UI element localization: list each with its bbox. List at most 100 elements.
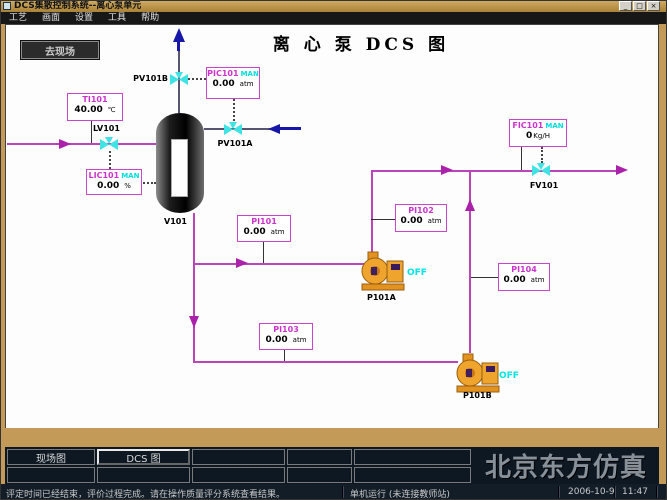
- valve-fv101-label: FV101: [529, 181, 559, 190]
- conn-fic101: [521, 147, 522, 170]
- diagram-title: 离 心 泵 DCS 图: [272, 35, 450, 55]
- pi101-value: 0.00: [243, 227, 266, 237]
- minimize-button[interactable]: _: [619, 1, 632, 11]
- tab-empty-6[interactable]: [192, 467, 285, 483]
- header-end-flow-arrow: [616, 165, 628, 175]
- tab-field-view[interactable]: 现场图: [7, 449, 95, 465]
- menu-item-help[interactable]: 帮助: [141, 12, 159, 24]
- conn-ti101: [91, 121, 92, 143]
- signal-lic101-lv101: [109, 151, 111, 169]
- bottom-tab-strip: 现场图 DCS 图 北京东方仿真: [5, 447, 659, 484]
- valve-pv101b-icon[interactable]: [170, 72, 188, 86]
- conn-pi103: [284, 350, 285, 361]
- valve-pv101b-label: PV101B: [133, 74, 168, 83]
- go-field-button[interactable]: 去现场: [20, 40, 100, 60]
- menu-bar: 工艺 画面 设置 工具 帮助: [0, 12, 667, 24]
- pump-p101b-status: OFF: [499, 371, 519, 381]
- top-inlet-flow-shaft: [280, 127, 301, 130]
- title-bar[interactable]: DCS集散控制系统--离心泵单元 _ □ ×: [0, 0, 667, 12]
- menu-item-screens[interactable]: 画面: [42, 12, 60, 24]
- pi101-unit: atm: [270, 228, 285, 236]
- fic101-unit: Kg/H: [533, 132, 550, 140]
- vessel-v101-label: V101: [164, 217, 187, 226]
- tab-empty-5[interactable]: [97, 467, 190, 483]
- status-separator-1: [342, 486, 344, 498]
- ti101-unit: ℃: [107, 106, 116, 114]
- fic101-tag: FIC101: [512, 121, 544, 130]
- dcs-canvas: 去现场 离 心 泵 DCS 图 PV101B PIC101 MAN 0.00 atm…: [5, 24, 659, 428]
- tab-empty-2[interactable]: [287, 449, 352, 465]
- tab-empty-8[interactable]: [354, 467, 471, 483]
- menu-item-tools[interactable]: 工具: [108, 12, 126, 24]
- vent-flow-shaft: [177, 41, 180, 51]
- pic101-value: 0.00: [212, 79, 235, 89]
- instrument-lic101[interactable]: LIC101 MAN 0.00%: [86, 169, 142, 195]
- signal-lic101-vessel: [140, 182, 156, 184]
- pipe-p101a-riser: [371, 170, 373, 253]
- suction-a-flow-arrow: [236, 258, 248, 268]
- tab-empty-4[interactable]: [7, 467, 95, 483]
- pump-p101b-icon[interactable]: [456, 353, 500, 393]
- status-date: 2006-10-9: [568, 487, 615, 497]
- lic101-unit: %: [124, 182, 131, 190]
- status-bar: 评定时间已经结束，评价过程完成。请在操作质量评分系统查看结果。 单机运行 (未连…: [0, 484, 667, 500]
- top-inlet-flow-arrow: [268, 124, 280, 134]
- pipe-p101a-suction: [193, 263, 369, 265]
- close-button[interactable]: ×: [647, 1, 660, 11]
- tab-empty-1[interactable]: [192, 449, 285, 465]
- valve-pv101a-icon[interactable]: [224, 122, 242, 136]
- signal-pic101-pv101a: [233, 99, 235, 121]
- header-flow-arrow: [441, 165, 453, 175]
- instrument-pi102[interactable]: PI102 0.00 atm: [395, 204, 447, 232]
- ti101-tag: TI101: [82, 95, 108, 104]
- riser-b-flow-arrow: [465, 199, 475, 211]
- pipe-feed: [7, 143, 156, 145]
- valve-pv101a-label: PV101A: [217, 139, 253, 148]
- feed-flow-arrow: [59, 139, 71, 149]
- pic101-unit: atm: [239, 80, 254, 88]
- signal-fic101-fv101: [541, 147, 543, 163]
- pi104-value: 0.00: [503, 275, 526, 285]
- valve-lv101-icon[interactable]: [100, 137, 118, 151]
- menu-item-settings[interactable]: 设置: [75, 12, 93, 24]
- instrument-pic101[interactable]: PIC101 MAN 0.00 atm: [206, 67, 260, 99]
- pi104-tag: PI104: [511, 265, 537, 274]
- app-icon: [3, 2, 11, 10]
- pump-p101a-status: OFF: [407, 268, 427, 278]
- signal-pic101-pv101b: [188, 78, 206, 80]
- ti101-value: 40.00: [74, 105, 103, 115]
- conn-pi101: [263, 242, 264, 263]
- status-mode: 单机运行 (未连接教师站): [350, 490, 450, 500]
- vessel-level-indicator: [171, 139, 188, 197]
- status-time: 11:47: [622, 487, 648, 497]
- instrument-fic101[interactable]: FIC101 MAN 0 Kg/H: [509, 119, 567, 147]
- down-flow-arrow: [189, 316, 199, 328]
- pi104-unit: atm: [530, 276, 545, 284]
- pump-p101a-label: P101A: [367, 293, 396, 302]
- maximize-button[interactable]: □: [633, 1, 646, 11]
- lic101-value: 0.00: [97, 181, 120, 191]
- pump-p101a-icon[interactable]: [361, 251, 405, 291]
- pi103-unit: atm: [292, 336, 307, 344]
- lic101-tag: LIC101: [88, 171, 120, 180]
- instrument-ti101[interactable]: TI101 40.00 ℃: [67, 93, 123, 121]
- status-separator-4: [656, 486, 658, 498]
- tab-empty-3[interactable]: [354, 449, 471, 465]
- fic101-value: 0: [526, 131, 533, 141]
- pi102-value: 0.00: [400, 216, 423, 226]
- fic101-mode-badge: MAN: [545, 122, 564, 130]
- valve-fv101-icon[interactable]: [532, 163, 550, 177]
- pic101-tag: PIC101: [207, 69, 239, 78]
- conn-pi102: [371, 219, 395, 220]
- pipe-vessel-bottom: [193, 213, 195, 361]
- branding-text: 北京东方仿真: [484, 453, 647, 483]
- tab-empty-7[interactable]: [287, 467, 352, 483]
- valve-lv101-label: LV101: [93, 124, 120, 133]
- instrument-pi103[interactable]: PI103 0.00 atm: [259, 323, 313, 350]
- instrument-pi101[interactable]: PI101 0.00 atm: [237, 215, 291, 242]
- instrument-pi104[interactable]: PI104 0.00 atm: [498, 263, 550, 291]
- vent-flow-arrow: [173, 28, 185, 42]
- menu-item-process[interactable]: 工艺: [9, 12, 27, 24]
- tab-dcs-view[interactable]: DCS 图: [97, 449, 190, 465]
- pipe-p101b-suction: [193, 361, 458, 363]
